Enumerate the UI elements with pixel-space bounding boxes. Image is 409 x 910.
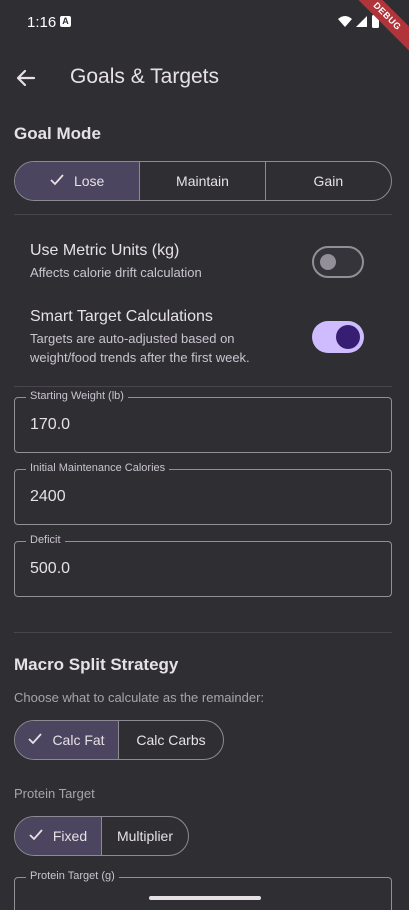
calc-fat-label: Calc Fat [52, 732, 105, 748]
maintenance-calories-value: 2400 [30, 488, 66, 505]
arrow-left-icon [16, 69, 36, 87]
protein-mode-fixed[interactable]: Fixed [15, 817, 102, 855]
protein-target-field[interactable]: Protein Target (g) [14, 870, 392, 910]
metric-units-toggle[interactable] [312, 246, 364, 278]
goal-mode-lose[interactable]: Lose [15, 162, 141, 200]
macro-split-title: Macro Split Strategy [14, 655, 179, 674]
smart-targets-subtitle: Targets are auto-adjusted based on weigh… [30, 329, 250, 367]
starting-weight-field[interactable]: Starting Weight (lb) 170.0 [14, 390, 392, 453]
starting-weight-value: 170.0 [30, 416, 71, 433]
status-time: 1:16 [27, 14, 57, 31]
notification-icon: A [60, 16, 71, 27]
fixed-label: Fixed [52, 828, 88, 844]
check-icon [50, 173, 64, 189]
goal-mode-gain[interactable]: Gain [266, 162, 391, 200]
smart-targets-setting: Smart Target Calculations Targets are au… [30, 308, 250, 367]
starting-weight-label: Starting Weight (lb) [26, 390, 128, 402]
metric-units-setting: Use Metric Units (kg) Affects calorie dr… [30, 242, 202, 282]
smart-targets-toggle[interactable] [312, 321, 364, 353]
calc-carbs-label: Calc Carbs [136, 732, 206, 748]
goal-mode-gain-label: Gain [313, 173, 344, 189]
back-button[interactable] [12, 64, 40, 92]
protein-target-mode-label: Protein Target [14, 786, 95, 801]
smart-targets-title: Smart Target Calculations [30, 308, 213, 325]
maintenance-calories-field[interactable]: Initial Maintenance Calories 2400 [14, 462, 392, 525]
goal-mode-selector: Lose Maintain Gain [14, 161, 392, 201]
macro-split-selector: Calc Fat Calc Carbs [14, 720, 224, 760]
home-indicator[interactable] [149, 896, 261, 900]
app-bar: Goals & Targets [0, 52, 409, 104]
goal-mode-title: Goal Mode [14, 124, 101, 143]
check-icon [29, 828, 43, 844]
metric-units-title: Use Metric Units (kg) [30, 242, 180, 259]
macro-split-calc-fat[interactable]: Calc Fat [15, 721, 119, 759]
deficit-label: Deficit [26, 534, 65, 546]
smart-targets-subtitle-line1: Targets are auto-adjusted based on [30, 331, 235, 346]
goal-mode-maintain-label: Maintain [176, 173, 229, 189]
protein-mode-selector: Fixed Multiplier [14, 816, 189, 856]
divider [14, 386, 392, 387]
protein-target-label: Protein Target (g) [26, 870, 119, 882]
goal-mode-lose-label: Lose [73, 173, 105, 189]
multiplier-label: Multiplier [116, 828, 173, 844]
deficit-value: 500.0 [30, 560, 71, 577]
smart-targets-subtitle-line2: weight/food trends after the first week. [30, 350, 250, 365]
macro-split-subtitle: Choose what to calculate as the remainde… [14, 690, 265, 705]
status-bar: 1:16 A DEBUG [0, 0, 409, 57]
toggle-knob [336, 325, 360, 349]
metric-units-subtitle: Affects calorie drift calculation [30, 265, 202, 280]
check-icon [28, 732, 43, 748]
divider [14, 632, 392, 633]
page-title: Goals & Targets [70, 65, 220, 88]
deficit-field[interactable]: Deficit 500.0 [14, 534, 392, 597]
toggle-knob [320, 254, 336, 270]
macro-split-calc-carbs[interactable]: Calc Carbs [119, 721, 223, 759]
protein-mode-multiplier[interactable]: Multiplier [102, 817, 188, 855]
divider [14, 214, 392, 215]
goal-mode-maintain[interactable]: Maintain [140, 162, 266, 200]
maintenance-calories-label: Initial Maintenance Calories [26, 462, 170, 474]
